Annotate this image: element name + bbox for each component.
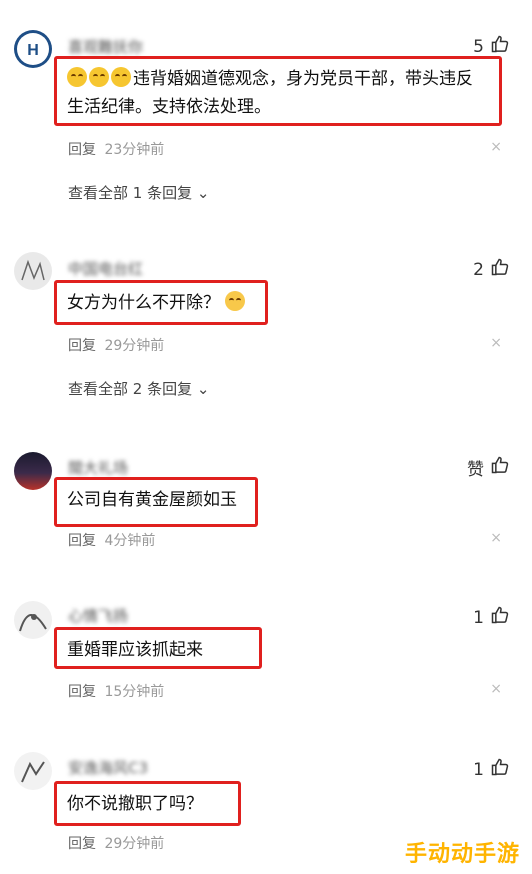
avatar[interactable] bbox=[14, 601, 52, 639]
like-count: 赞 bbox=[467, 460, 484, 480]
close-icon[interactable]: × bbox=[490, 681, 502, 697]
like-count: 2 bbox=[473, 259, 484, 280]
reply-button[interactable]: 回复 bbox=[68, 836, 96, 852]
like-button[interactable]: 2 bbox=[473, 257, 510, 282]
comment-text: 违背婚姻道德观念，身为党员干部，带头违反 生活纪律。支持依法处理。 bbox=[54, 56, 502, 126]
view-all-replies-link[interactable]: 查看全部 1 条回复 ⌄ bbox=[68, 182, 209, 203]
comment-text: 你不说撤职了吗？ bbox=[54, 781, 241, 826]
avatar[interactable] bbox=[14, 452, 52, 490]
comment-meta: 回复 15分钟前 bbox=[68, 681, 164, 701]
thumbs-up-icon bbox=[490, 757, 510, 782]
comment-text: 公司自有黄金屋颜如玉 bbox=[54, 477, 258, 527]
like-button[interactable]: 1 bbox=[473, 757, 510, 782]
comment-meta: 回复 23分钟前 bbox=[68, 139, 164, 159]
crying-laugh-emoji-icon bbox=[225, 291, 246, 311]
comment-text: 女方为什么不开除？ bbox=[54, 280, 268, 325]
reply-button[interactable]: 回复 bbox=[68, 533, 96, 549]
comment-text: 重婚罪应该抓起来 bbox=[54, 627, 262, 669]
timestamp: 4分钟前 bbox=[104, 533, 156, 549]
thumbs-up-icon bbox=[490, 605, 510, 630]
view-all-replies-link[interactable]: 查看全部 2 条回复 ⌄ bbox=[68, 378, 209, 399]
avatar[interactable] bbox=[14, 752, 52, 790]
watermark-logo: 手动动手游 bbox=[404, 842, 520, 867]
timestamp: 29分钟前 bbox=[104, 836, 165, 852]
laugh-emoji-icon bbox=[89, 67, 109, 87]
username[interactable]: 中国电台红 bbox=[68, 258, 143, 279]
thumbs-up-icon bbox=[490, 455, 510, 480]
laugh-emoji-icon bbox=[111, 67, 131, 87]
timestamp: 15分钟前 bbox=[104, 684, 165, 700]
like-count: 1 bbox=[473, 759, 484, 780]
timestamp: 29分钟前 bbox=[104, 338, 165, 354]
laugh-emoji-icon bbox=[67, 67, 87, 87]
chevron-down-icon: ⌄ bbox=[196, 380, 210, 398]
reply-button[interactable]: 回复 bbox=[68, 684, 96, 700]
username[interactable]: 喜观難抚你 bbox=[68, 36, 143, 57]
like-button[interactable]: 1 bbox=[473, 605, 510, 630]
avatar[interactable] bbox=[14, 252, 52, 290]
close-icon[interactable]: × bbox=[490, 530, 502, 546]
close-icon[interactable]: × bbox=[490, 139, 502, 155]
comment-meta: 回复 29分钟前 bbox=[68, 335, 164, 355]
username[interactable]: 安逸海风C3 bbox=[68, 757, 148, 778]
username[interactable]: 心情飞扬 bbox=[68, 605, 128, 626]
like-button[interactable]: 赞 bbox=[467, 455, 510, 480]
reply-button[interactable]: 回复 bbox=[68, 338, 96, 354]
username[interactable]: 閩大礼场 bbox=[68, 457, 128, 478]
svg-text:H: H bbox=[27, 42, 39, 59]
chevron-down-icon: ⌄ bbox=[196, 184, 210, 202]
avatar[interactable]: H bbox=[14, 30, 52, 68]
thumbs-up-icon bbox=[490, 257, 510, 282]
close-icon[interactable]: × bbox=[490, 335, 502, 351]
reply-button[interactable]: 回复 bbox=[68, 142, 96, 158]
comment-meta: 回复 4分钟前 bbox=[68, 530, 155, 550]
timestamp: 23分钟前 bbox=[104, 142, 165, 158]
like-count: 1 bbox=[473, 607, 484, 628]
comment-meta: 回复 29分钟前 bbox=[68, 833, 164, 853]
like-count: 5 bbox=[473, 36, 484, 57]
